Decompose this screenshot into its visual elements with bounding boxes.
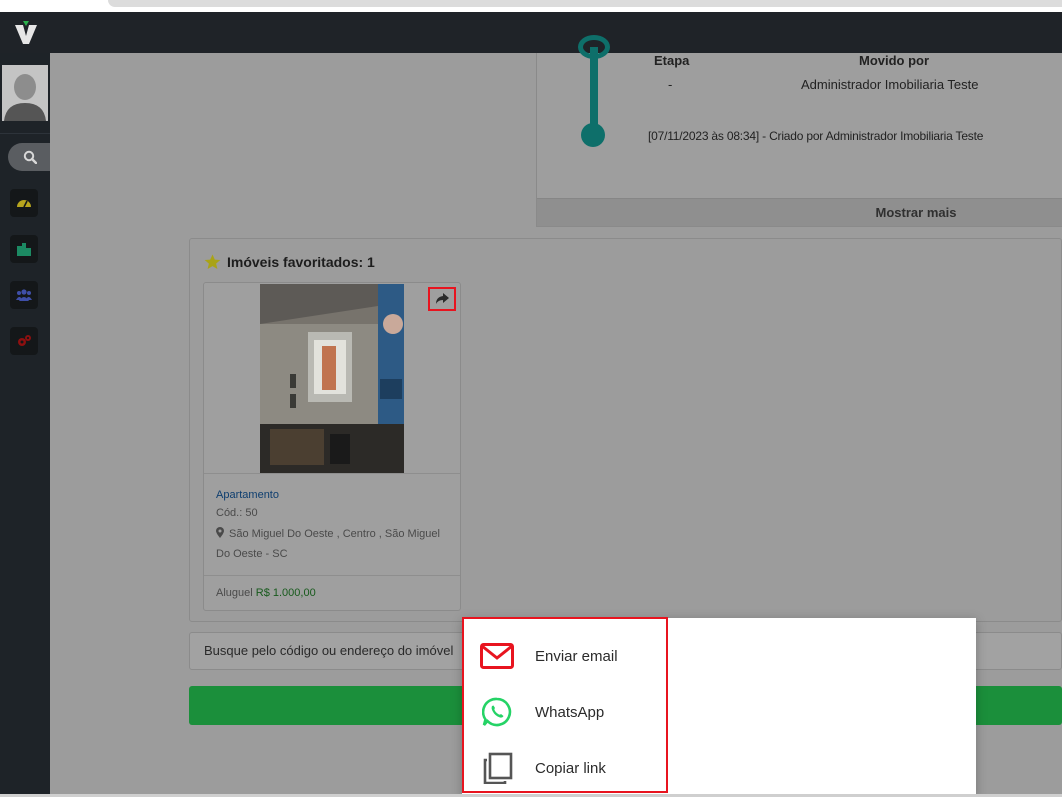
property-search-placeholder: Busque pelo código ou endereço do imóvel [204,643,454,658]
property-type-link[interactable]: Apartamento [216,489,279,501]
share-button[interactable] [428,287,456,311]
share-email-option[interactable]: Enviar email [462,628,976,684]
share-email-label: Enviar email [535,647,618,665]
top-navbar [0,12,1062,53]
property-address-text: São Miguel Do Oeste , Centro , São Migue… [216,528,440,560]
browser-chrome-strip [0,0,1062,12]
sidebar-item-clients[interactable] [10,281,38,309]
users-icon [16,289,32,301]
avatar[interactable] [2,65,48,121]
map-marker-icon [216,527,224,538]
copy-link-option[interactable]: Copiar link [462,740,976,796]
favorites-title-text: Imóveis favoritados: 1 [227,254,375,270]
sidebar-item-settings[interactable] [10,327,38,355]
timeline-node [581,123,605,147]
sidebar-divider [0,133,50,134]
property-rent: Aluguel R$ 1.000,00 [216,587,316,599]
property-rent-value: R$ 1.000,00 [255,587,316,599]
property-card-divider-2 [204,575,460,576]
avatar-placeholder-icon [2,65,48,121]
copy-link-label: Copiar link [535,759,606,777]
browser-tab-edge [108,0,1062,7]
property-address: São Miguel Do Oeste , Centro , São Migue… [216,524,446,564]
property-code: Cód.: 50 [216,507,258,519]
app-logo[interactable] [14,19,38,47]
share-whatsapp-label: WhatsApp [535,703,605,721]
whatsapp-icon [482,697,512,727]
share-whatsapp-option[interactable]: WhatsApp [462,684,976,740]
timeline-line [590,47,598,127]
history-card: Etapa Movido por - Administrador Imobili… [536,35,1062,227]
sidebar-item-properties[interactable] [10,235,38,263]
history-header-stage: Etapa [654,53,690,68]
settings-gears-icon [18,335,31,346]
property-photo[interactable] [260,284,404,473]
history-log-entry: [07/11/2023 às 08:34] - Criado por Admin… [648,129,984,143]
search-icon [23,150,37,164]
property-card[interactable]: Apartamento Cód.: 50 São Miguel Do Oeste… [203,282,461,611]
share-arrow-icon [436,293,449,304]
show-more-label: Mostrar mais [875,205,957,220]
sidebar-search-button[interactable] [8,143,50,171]
property-card-divider [204,473,460,474]
star-icon [204,254,221,269]
show-more-button[interactable]: Mostrar mais [537,198,1062,226]
history-moved-by-value: Administrador Imobiliaria Teste [801,77,979,92]
property-rent-label: Aluguel [216,587,253,599]
property-photo-image [260,284,404,473]
dashboard-gauge-icon [17,200,31,208]
sidebar-item-dashboard[interactable] [10,189,38,217]
history-stage-value: - [668,77,673,92]
envelope-icon [480,643,514,669]
history-header-moved-by: Movido por [859,53,930,68]
sidebar [0,53,50,797]
favorites-title: Imóveis favoritados: 1 [204,254,375,270]
share-menu: Enviar email WhatsApp Copiar link [462,618,976,797]
favorites-panel: Imóveis favoritados: 1 Apartamento Cód.:… [189,238,1062,622]
buildings-icon [17,243,31,256]
copy-icon [483,752,513,784]
